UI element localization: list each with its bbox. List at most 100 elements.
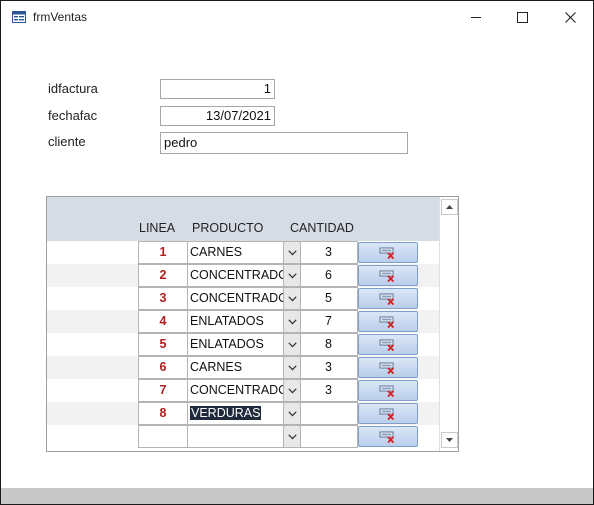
producto-value: CARNES (190, 360, 243, 374)
delete-row-button[interactable] (358, 311, 418, 332)
delete-row-button[interactable] (358, 288, 418, 309)
table-row[interactable] (47, 425, 439, 448)
producto-dropdown-button[interactable] (283, 310, 301, 333)
producto-dropdown-button[interactable] (283, 287, 301, 310)
producto-cell[interactable]: ENLATADOS (187, 333, 284, 356)
cantidad-cell[interactable] (300, 402, 358, 425)
producto-dropdown-button[interactable] (283, 241, 301, 264)
producto-dropdown-button[interactable] (283, 425, 301, 448)
producto-dropdown-button[interactable] (283, 402, 301, 425)
subform-header: LINEA PRODUCTO CANTIDAD (47, 197, 439, 241)
scroll-up-button[interactable] (441, 199, 458, 215)
delete-record-icon (379, 316, 395, 328)
cantidad-cell[interactable]: 3 (300, 356, 358, 379)
producto-column-header: PRODUCTO (192, 221, 264, 235)
producto-cell[interactable]: CARNES (187, 241, 284, 264)
producto-value: VERDURAS (190, 406, 262, 420)
producto-cell[interactable] (187, 425, 284, 448)
producto-cell[interactable]: CONCENTRADOS (187, 264, 284, 287)
delete-row-button[interactable] (358, 380, 418, 401)
producto-dropdown-button[interactable] (283, 379, 301, 402)
idfactura-label: idfactura (48, 81, 98, 96)
delete-record-icon (379, 385, 395, 397)
table-row[interactable]: 7CONCENTRADOS 3 (47, 379, 439, 402)
delete-record-icon (379, 339, 395, 351)
scroll-down-button[interactable] (441, 432, 458, 448)
fechafac-label: fechafac (48, 108, 98, 123)
close-icon (564, 11, 576, 23)
producto-cell[interactable]: CONCENTRADOS (187, 287, 284, 310)
cantidad-cell[interactable]: 3 (300, 241, 358, 264)
table-row[interactable]: 3CONCENTRADOS 5 (47, 287, 439, 310)
producto-cell[interactable]: CARNES (187, 356, 284, 379)
cantidad-cell[interactable]: 3 (300, 379, 358, 402)
minimize-button[interactable] (453, 1, 499, 33)
linea-cell[interactable]: 7 (138, 379, 188, 402)
linea-cell[interactable]: 1 (138, 241, 188, 264)
table-row[interactable]: 5 ENLATADOS 8 (47, 333, 439, 356)
delete-record-icon (379, 270, 395, 282)
window-title: frmVentas (33, 10, 88, 24)
linea-cell[interactable]: 5 (138, 333, 188, 356)
delete-row-button[interactable] (358, 242, 418, 263)
table-row[interactable]: 2CONCENTRADOS 6 (47, 264, 439, 287)
delete-record-icon (379, 293, 395, 305)
cliente-label: cliente (48, 134, 86, 149)
producto-value: CARNES (190, 245, 243, 259)
delete-row-button[interactable] (358, 265, 418, 286)
producto-cell[interactable]: ENLATADOS (187, 310, 284, 333)
delete-row-button[interactable] (358, 334, 418, 355)
delete-record-icon (379, 247, 395, 259)
delete-row-button[interactable] (358, 403, 418, 424)
linea-cell[interactable]: 2 (138, 264, 188, 287)
vertical-scrollbar[interactable] (439, 197, 458, 451)
idfactura-field[interactable]: 1 (160, 79, 275, 99)
cantidad-cell[interactable]: 5 (300, 287, 358, 310)
producto-value: CONCENTRADOS (190, 291, 283, 305)
table-row[interactable]: 6 CARNES 3 (47, 356, 439, 379)
linea-column-header: LINEA (139, 221, 176, 235)
linea-cell[interactable]: 3 (138, 287, 188, 310)
close-button[interactable] (547, 1, 593, 33)
delete-row-button[interactable] (358, 357, 418, 378)
chevron-down-icon (287, 364, 297, 370)
table-row[interactable]: 8 VERDURAS (47, 402, 439, 425)
table-row[interactable]: 1 CARNES 3 (47, 241, 439, 264)
delete-record-icon (379, 431, 395, 443)
form-icon (12, 11, 26, 23)
chevron-down-icon (287, 272, 297, 278)
cantidad-cell[interactable]: 6 (300, 264, 358, 287)
maximize-icon (516, 11, 528, 23)
cantidad-cell[interactable] (300, 425, 358, 448)
producto-value: ENLATADOS (190, 314, 264, 328)
arrow-up-icon (446, 205, 453, 209)
linea-cell[interactable]: 6 (138, 356, 188, 379)
cliente-field[interactable]: pedro (160, 132, 408, 154)
fechafac-field[interactable]: 13/07/2021 (160, 106, 275, 126)
arrow-down-icon (446, 438, 453, 442)
producto-dropdown-button[interactable] (283, 356, 301, 379)
linea-cell[interactable]: 8 (138, 402, 188, 425)
cantidad-cell[interactable]: 7 (300, 310, 358, 333)
producto-cell[interactable]: VERDURAS (187, 402, 284, 425)
maximize-button[interactable] (499, 1, 545, 33)
producto-dropdown-button[interactable] (283, 333, 301, 356)
table-row[interactable]: 4 ENLATADOS 7 (47, 310, 439, 333)
status-bar (1, 488, 593, 504)
chevron-down-icon (287, 410, 297, 416)
producto-cell[interactable]: CONCENTRADOS (187, 379, 284, 402)
chevron-down-icon (287, 433, 297, 439)
detalle-subform: LINEA PRODUCTO CANTIDAD 1 CARNES 3 2 CONCENT… (46, 196, 459, 452)
chevron-down-icon (287, 249, 297, 255)
linea-cell[interactable]: 4 (138, 310, 188, 333)
delete-row-button[interactable] (358, 426, 418, 447)
form-window: frmVentas idfactura 1 fechafac 13/07/202… (0, 0, 594, 505)
linea-cell[interactable] (138, 425, 188, 448)
chevron-down-icon (287, 387, 297, 393)
chevron-down-icon (287, 341, 297, 347)
title-bar[interactable]: frmVentas (1, 1, 593, 33)
chevron-down-icon (287, 295, 297, 301)
cantidad-cell[interactable]: 8 (300, 333, 358, 356)
producto-value: ENLATADOS (190, 337, 264, 351)
producto-dropdown-button[interactable] (283, 264, 301, 287)
